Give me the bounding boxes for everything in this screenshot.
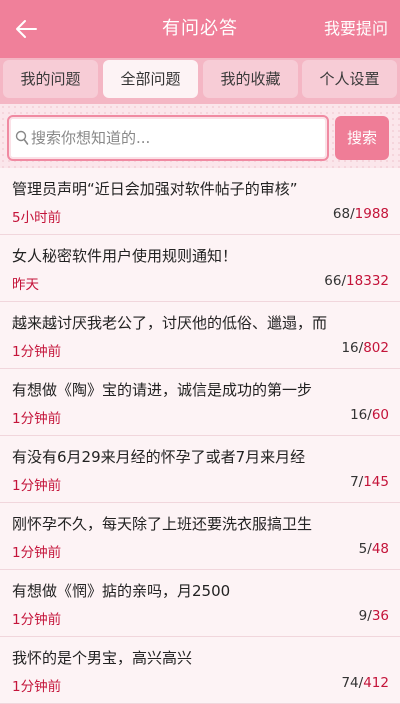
view-count: 145	[363, 474, 389, 490]
search-icon	[15, 130, 29, 145]
app-header: 有问必答 我要提问	[0, 0, 400, 58]
list-item[interactable]: 管理员声明“近日会加强对软件帖子的审核” 5小时前 68/1988	[0, 168, 400, 235]
reply-view-count: 68/1988	[332, 206, 389, 222]
question-list: 管理员声明“近日会加强对软件帖子的审核” 5小时前 68/1988 女人秘密软件…	[0, 168, 400, 704]
list-item[interactable]: 我怀的是个男宝，高兴高兴 1分钟前 74/412	[0, 637, 400, 704]
reply-view-count: 66/18332	[324, 273, 389, 289]
question-time: 1分钟前	[12, 679, 62, 695]
view-count: 412	[363, 675, 389, 691]
view-count: 48	[371, 541, 389, 557]
reply-view-count: 7/145	[350, 474, 389, 490]
view-count: 36	[371, 608, 389, 624]
question-title: 女人秘密软件用户使用规则通知！	[12, 247, 238, 265]
tab-personal-settings[interactable]: 个人设置	[302, 60, 397, 98]
ask-question-button[interactable]: 我要提问	[324, 0, 388, 58]
reply-count: 68	[332, 206, 351, 222]
view-count: 1988	[354, 206, 389, 222]
question-time: 1分钟前	[12, 612, 62, 628]
question-title: 有没有6月29来月经的怀孕了或者7月来月经	[12, 448, 306, 466]
tab-my-questions[interactable]: 我的问题	[3, 60, 98, 98]
reply-view-count: 16/802	[341, 340, 389, 356]
tab-all-questions[interactable]: 全部问题	[103, 60, 198, 98]
reply-view-count: 5/48	[358, 541, 389, 557]
reply-view-count: 9/36	[358, 608, 389, 624]
question-time: 1分钟前	[12, 545, 62, 561]
reply-count: 5	[358, 541, 368, 557]
search-box	[7, 115, 329, 161]
question-title: 越来越讨厌我老公了，讨厌他的低俗、邋遢，而	[12, 314, 328, 332]
search-button[interactable]: 搜索	[335, 116, 389, 160]
question-time: 昨天	[12, 277, 39, 293]
tab-bar: 我的问题 全部问题 我的收藏 个人设置	[0, 58, 400, 104]
reply-count: 16	[341, 340, 359, 356]
question-title: 有想做《惘》掂的亲吗，月2500	[12, 582, 231, 600]
view-count: 60	[371, 407, 389, 423]
question-title: 有想做《陶》宝的请进，诚信是成功的第一步	[12, 381, 313, 399]
reply-count: 7	[350, 474, 359, 490]
question-title: 我怀的是个男宝，高兴高兴	[12, 649, 193, 667]
question-time: 5小时前	[12, 210, 62, 226]
search-input[interactable]	[29, 117, 327, 159]
reply-count: 16	[350, 407, 368, 423]
view-count: 18332	[346, 273, 389, 289]
reply-count: 9	[358, 608, 368, 624]
question-time: 1分钟前	[12, 478, 62, 494]
question-title: 管理员声明“近日会加强对软件帖子的审核”	[12, 180, 298, 198]
reply-count: 66	[324, 273, 342, 289]
list-item[interactable]: 越来越讨厌我老公了，讨厌他的低俗、邋遢，而 1分钟前 16/802	[0, 302, 400, 369]
view-count: 802	[363, 340, 389, 356]
reply-view-count: 16/60	[350, 407, 389, 423]
list-item[interactable]: 女人秘密软件用户使用规则通知！ 昨天 66/18332	[0, 235, 400, 302]
reply-view-count: 74/412	[341, 675, 389, 691]
question-title: 刚怀孕不久，每天除了上班还要洗衣服搞卫生	[12, 515, 313, 533]
question-time: 1分钟前	[12, 411, 62, 427]
list-item[interactable]: 有想做《陶》宝的请进，诚信是成功的第一步 1分钟前 16/60	[0, 369, 400, 436]
list-item[interactable]: 有没有6月29来月经的怀孕了或者7月来月经 1分钟前 7/145	[0, 436, 400, 503]
question-time: 1分钟前	[12, 344, 62, 360]
list-item[interactable]: 刚怀孕不久，每天除了上班还要洗衣服搞卫生 1分钟前 5/48	[0, 503, 400, 570]
reply-count: 74	[341, 675, 359, 691]
search-bar: 搜索	[0, 104, 400, 168]
list-item[interactable]: 有想做《惘》掂的亲吗，月2500 1分钟前 9/36	[0, 570, 400, 637]
tab-my-favorites[interactable]: 我的收藏	[203, 60, 298, 98]
